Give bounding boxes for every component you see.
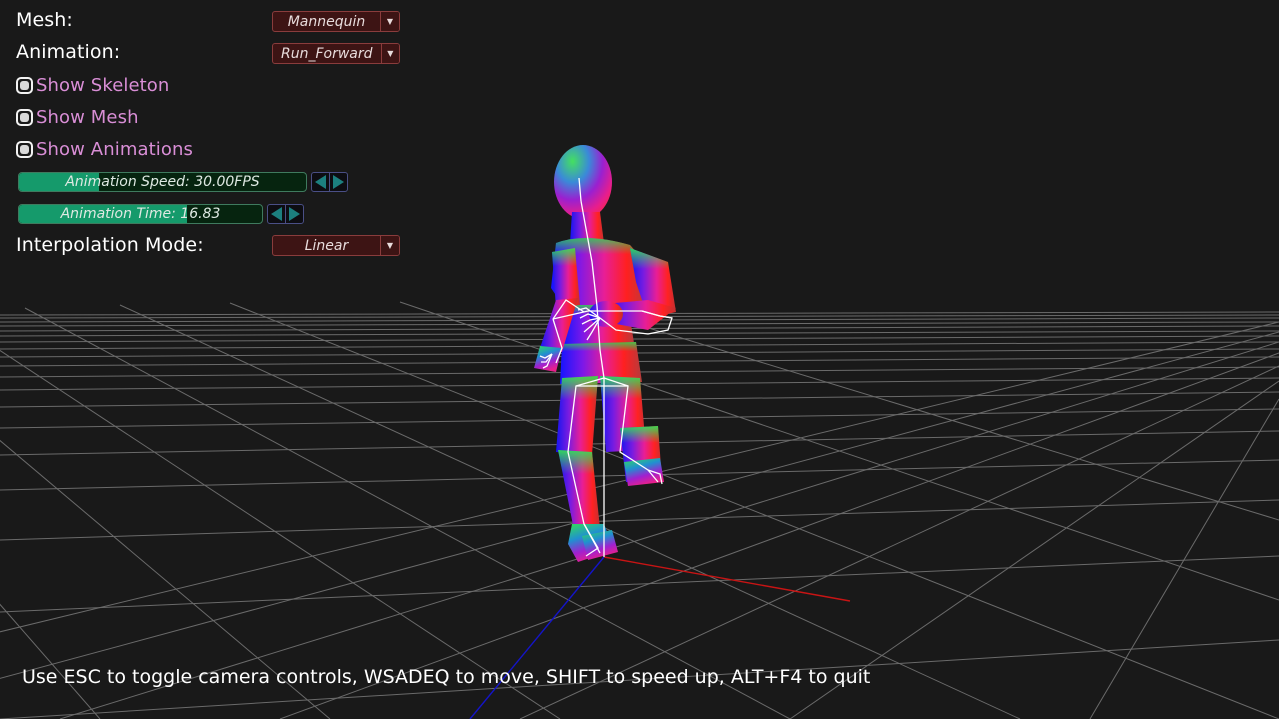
interpolation-mode-dropdown-value[interactable]: Linear [273,236,381,255]
animation-time-stepper[interactable] [267,204,304,224]
world-axes [469,556,851,719]
interpolation-mode-label: Interpolation Mode: [16,234,204,256]
mesh-dropdown[interactable]: Mannequin ▼ [272,11,400,32]
mesh-label: Mesh: [16,9,73,31]
decrement-arrow-icon[interactable] [312,173,330,191]
chevron-down-icon[interactable]: ▼ [381,12,399,31]
chevron-down-icon[interactable]: ▼ [381,236,399,255]
increment-arrow-icon[interactable] [286,205,303,223]
grid-lines-left [0,300,1279,719]
animation-time-slider[interactable]: Animation Time: 16.83 [18,204,263,224]
3d-animation-viewport[interactable] [0,0,1279,719]
decrement-arrow-icon[interactable] [268,205,286,223]
checkbox-tick-icon [20,113,29,122]
animation-label: Animation: [16,41,121,63]
checkbox-icon[interactable] [16,77,33,94]
animation-speed-slider-text: Animation Speed: 30.00FPS [65,174,260,190]
interpolation-mode-dropdown[interactable]: Linear ▼ [272,235,400,256]
mesh-dropdown-value[interactable]: Mannequin [273,12,381,31]
axis-x-line [603,556,851,602]
status-hint-text: Use ESC to toggle camera controls, WSADE… [22,666,871,688]
char-head [554,145,612,219]
mannequin-character [534,145,676,562]
perspective-floor-grid [0,300,1279,719]
show-animations-checkbox-row[interactable]: Show Animations [16,139,193,160]
increment-arrow-icon[interactable] [330,173,347,191]
checkbox-tick-icon [20,81,29,90]
show-skeleton-checkbox-row[interactable]: Show Skeleton [16,75,169,96]
checkbox-icon[interactable] [16,109,33,126]
show-skeleton-label[interactable]: Show Skeleton [36,75,169,96]
animation-speed-slider[interactable]: Animation Speed: 30.00FPS [18,172,307,192]
chevron-down-icon[interactable]: ▼ [381,44,399,63]
animation-speed-stepper[interactable] [311,172,348,192]
checkbox-icon[interactable] [16,141,33,158]
show-mesh-checkbox-row[interactable]: Show Mesh [16,107,139,128]
animation-time-slider-text: Animation Time: 16.83 [60,206,221,222]
animation-time-slider-row[interactable]: Animation Time: 16.83 [18,204,304,224]
animation-dropdown-value[interactable]: Run_Forward [273,44,382,63]
interpolation-mode-row: Interpolation Mode: [16,234,204,256]
animation-row: Animation: [16,41,120,63]
show-mesh-label[interactable]: Show Mesh [36,107,139,128]
checkbox-tick-icon [20,145,29,154]
animation-dropdown[interactable]: Run_Forward ▼ [272,43,400,64]
mesh-row: Mesh: [16,9,73,31]
axis-z-line [469,556,605,719]
animation-speed-slider-row[interactable]: Animation Speed: 30.00FPS [18,172,348,192]
show-animations-label[interactable]: Show Animations [36,139,193,160]
scene-render [0,145,1279,719]
